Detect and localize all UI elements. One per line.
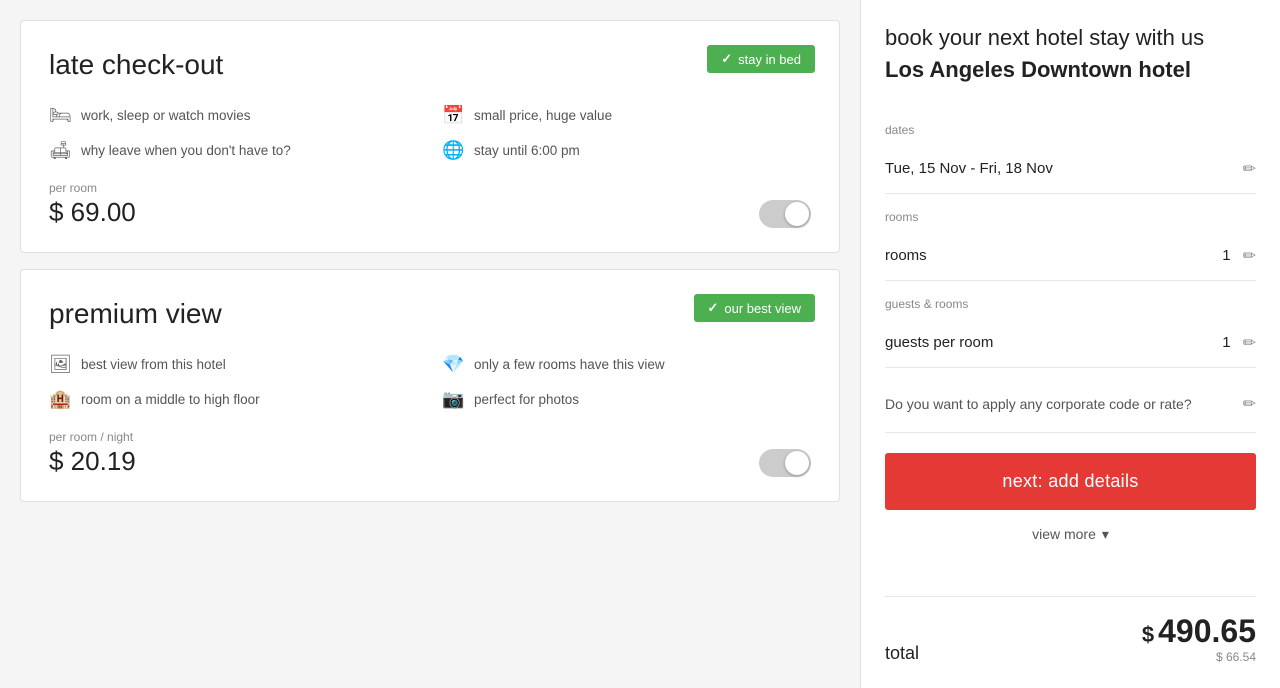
late-checkout-price-value: $ 69.00 — [49, 197, 136, 228]
premium-view-price-value: $ 20.19 — [49, 446, 136, 477]
dates-edit-icon[interactable]: ✏ — [1243, 159, 1256, 179]
corporate-edit-icon[interactable]: ✏ — [1243, 394, 1256, 414]
next-button[interactable]: next: add details — [885, 453, 1256, 510]
feature-item: 🛏 work, sleep or watch movies — [49, 105, 418, 126]
feature-text: only a few rooms have this view — [474, 357, 665, 372]
feature-item: 📅 small price, huge value — [442, 105, 811, 126]
view-more-label: view more — [1032, 526, 1096, 542]
late-checkout-price-block: per room $ 69.00 — [49, 181, 136, 228]
guests-edit-icon[interactable]: ✏ — [1243, 333, 1256, 353]
sidebar-heading2: Los Angeles Downtown hotel — [885, 57, 1256, 83]
picture-icon: 🖼 — [49, 354, 71, 375]
premium-view-toggle[interactable] — [759, 449, 811, 477]
feature-text: work, sleep or watch movies — [81, 108, 251, 123]
right-panel: book your next hotel stay with us Los An… — [860, 0, 1280, 688]
globe-icon: 🌐 — [442, 140, 464, 161]
dates-value: Tue, 15 Nov - Fri, 18 Nov — [885, 160, 1053, 177]
chevron-down-icon: ▾ — [1102, 526, 1109, 543]
total-row: total $ 490.65 $ 66.54 — [885, 596, 1256, 664]
premium-view-price-row: per room / night $ 20.19 — [49, 430, 811, 477]
left-panel: late check-out stay in bed 🛏 work, sleep… — [0, 0, 860, 688]
feature-text: small price, huge value — [474, 108, 612, 123]
hotel-icon: 🏨 — [49, 389, 71, 410]
feature-text: perfect for photos — [474, 392, 579, 407]
late-checkout-price-row: per room $ 69.00 — [49, 181, 811, 228]
feature-text: room on a middle to high floor — [81, 392, 260, 407]
feature-text: why leave when you don't have to? — [81, 143, 291, 158]
total-label: total — [885, 643, 919, 664]
premium-view-price-label: per room / night — [49, 430, 136, 444]
guests-row-label: guests per room — [885, 334, 993, 351]
total-amount: 490.65 — [1158, 613, 1256, 650]
rooms-value: 1 — [1222, 247, 1230, 264]
feature-item: 📷 perfect for photos — [442, 389, 811, 410]
feature-item: 💎 only a few rooms have this view — [442, 354, 811, 375]
total-main-value: $ 490.65 — [1142, 613, 1256, 650]
feature-item: 🌐 stay until 6:00 pm — [442, 140, 811, 161]
corporate-text: Do you want to apply any corporate code … — [885, 396, 1231, 412]
bed-icon: 🛏 — [49, 105, 71, 126]
corporate-row: Do you want to apply any corporate code … — [885, 376, 1256, 433]
late-checkout-badge: stay in bed — [707, 45, 815, 73]
camera-icon: 📷 — [442, 389, 464, 410]
late-checkout-features: 🛏 work, sleep or watch movies 📅 small pr… — [49, 105, 811, 161]
premium-view-price-block: per room / night $ 20.19 — [49, 430, 136, 477]
premium-view-features: 🖼 best view from this hotel 💎 only a few… — [49, 354, 811, 410]
rooms-label: rooms — [885, 210, 1256, 224]
sidebar-heading1: book your next hotel stay with us — [885, 24, 1256, 53]
sofa-icon: 🛋 — [49, 140, 71, 161]
late-checkout-toggle[interactable] — [759, 200, 811, 228]
late-checkout-title: late check-out — [49, 49, 811, 81]
feature-item: 🏨 room on a middle to high floor — [49, 389, 418, 410]
guests-value: 1 — [1222, 334, 1230, 351]
total-currency: $ — [1142, 622, 1154, 648]
total-sub-value: $ 66.54 — [1142, 650, 1256, 664]
rooms-row-right: 1 ✏ — [1222, 246, 1256, 266]
view-more-row[interactable]: view more ▾ — [885, 510, 1256, 559]
guests-row-right: 1 ✏ — [1222, 333, 1256, 353]
late-checkout-price-label: per room — [49, 181, 136, 195]
late-checkout-card: late check-out stay in bed 🛏 work, sleep… — [20, 20, 840, 253]
dates-row: Tue, 15 Nov - Fri, 18 Nov ✏ — [885, 145, 1256, 194]
rooms-row-label: rooms — [885, 247, 927, 264]
feature-item: 🛋 why leave when you don't have to? — [49, 140, 418, 161]
calendar-icon: 📅 — [442, 105, 464, 126]
dates-label: dates — [885, 123, 1256, 137]
guests-row: guests per room 1 ✏ — [885, 319, 1256, 368]
guests-label: guests & rooms — [885, 297, 1256, 311]
rooms-edit-icon[interactable]: ✏ — [1243, 246, 1256, 266]
feature-text: stay until 6:00 pm — [474, 143, 580, 158]
premium-view-card: premium view our best view 🖼 best view f… — [20, 269, 840, 502]
feature-text: best view from this hotel — [81, 357, 226, 372]
premium-view-badge: our best view — [694, 294, 816, 322]
total-value-block: $ 490.65 $ 66.54 — [1142, 613, 1256, 664]
feature-item: 🖼 best view from this hotel — [49, 354, 418, 375]
diamond-icon: 💎 — [442, 354, 464, 375]
rooms-row: rooms 1 ✏ — [885, 232, 1256, 281]
